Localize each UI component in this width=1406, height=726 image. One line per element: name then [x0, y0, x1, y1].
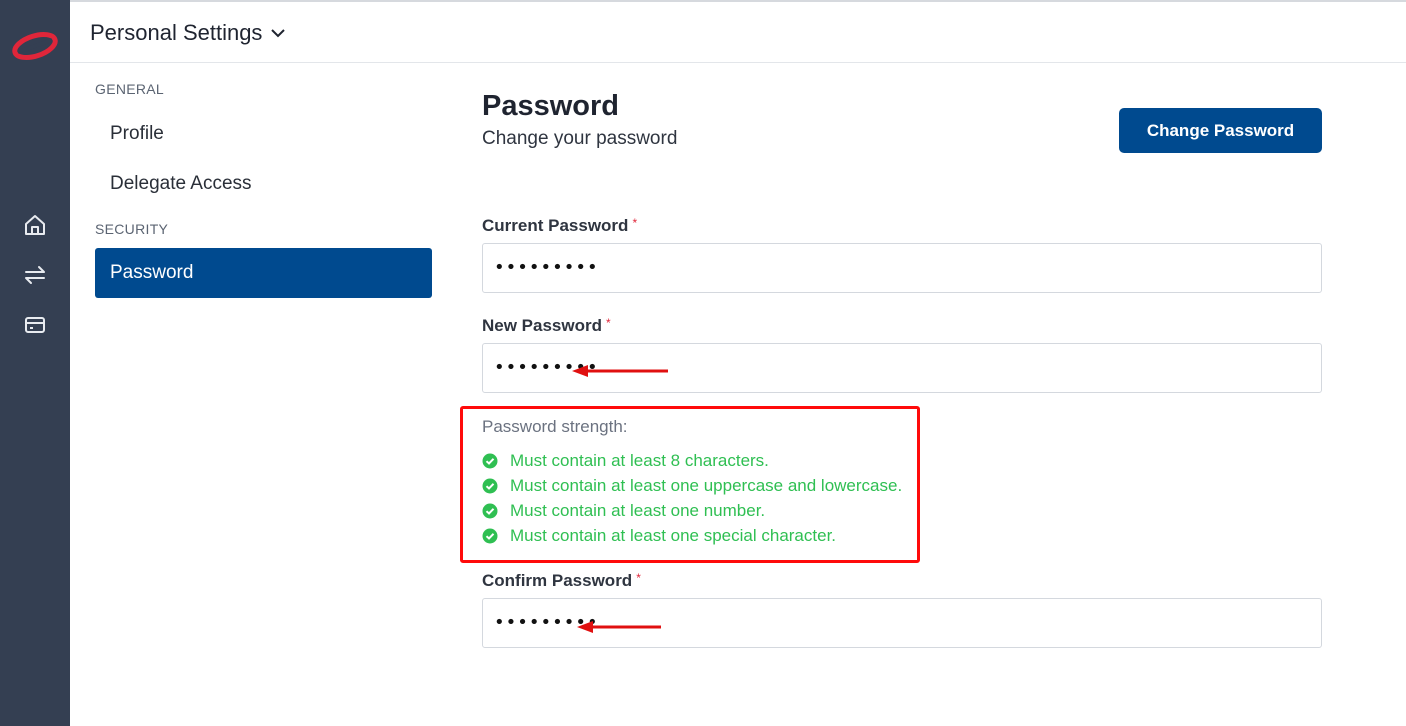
check-circle-icon [482, 478, 498, 494]
strength-rule-text: Must contain at least one special charac… [510, 526, 837, 545]
current-password-label-text: Current Password [482, 216, 629, 235]
check-circle-icon [482, 528, 498, 544]
strength-rule: Must contain at least 8 characters. [482, 450, 769, 472]
page-subtitle: Change your password [482, 128, 678, 149]
strength-rule-text: Must contain at least one uppercase and … [510, 476, 903, 495]
nav-heading-general: GENERAL [95, 81, 165, 97]
check-circle-icon [482, 503, 498, 519]
home-icon[interactable] [22, 212, 48, 238]
required-mark: * [632, 216, 638, 230]
nav-item-password[interactable]: Password [95, 248, 432, 298]
transfer-arrows-icon[interactable] [22, 262, 48, 288]
page-header: Personal Settings [70, 2, 1406, 63]
check-circle-icon [482, 453, 498, 469]
required-mark: * [606, 316, 611, 330]
card-icon[interactable] [22, 312, 48, 338]
nav-item-profile[interactable]: Profile [95, 109, 432, 159]
strength-rule: Must contain at least one number. [482, 500, 765, 522]
brand-logo[interactable] [12, 30, 58, 62]
confirm-password-label-text: Confirm Password [482, 571, 633, 590]
annotation-arrow-icon [577, 621, 661, 633]
chevron-down-icon[interactable] [270, 26, 286, 40]
confirm-password-label: Confirm Password * [482, 571, 641, 591]
current-password-field[interactable]: ••••••••• [482, 243, 1322, 293]
page-title: Password [482, 90, 619, 122]
change-password-button[interactable]: Change Password [1119, 108, 1322, 153]
strength-rule-text: Must contain at least 8 characters. [510, 451, 769, 470]
new-password-label: New Password * [482, 316, 611, 336]
annotation-arrow-icon [572, 365, 668, 377]
strength-title: Password strength: [482, 417, 628, 436]
app-rail [0, 0, 70, 726]
required-mark: * [636, 571, 641, 585]
current-password-label: Current Password * [482, 216, 637, 236]
strength-rule-text: Must contain at least one number. [510, 501, 766, 520]
strength-rule: Must contain at least one special charac… [482, 525, 836, 547]
nav-heading-security: SECURITY [95, 221, 169, 237]
new-password-label-text: New Password [482, 316, 602, 335]
strength-rule: Must contain at least one uppercase and … [482, 475, 902, 497]
nav-item-delegate-access[interactable]: Delegate Access [95, 159, 432, 209]
page-header-title[interactable]: Personal Settings [90, 20, 262, 46]
